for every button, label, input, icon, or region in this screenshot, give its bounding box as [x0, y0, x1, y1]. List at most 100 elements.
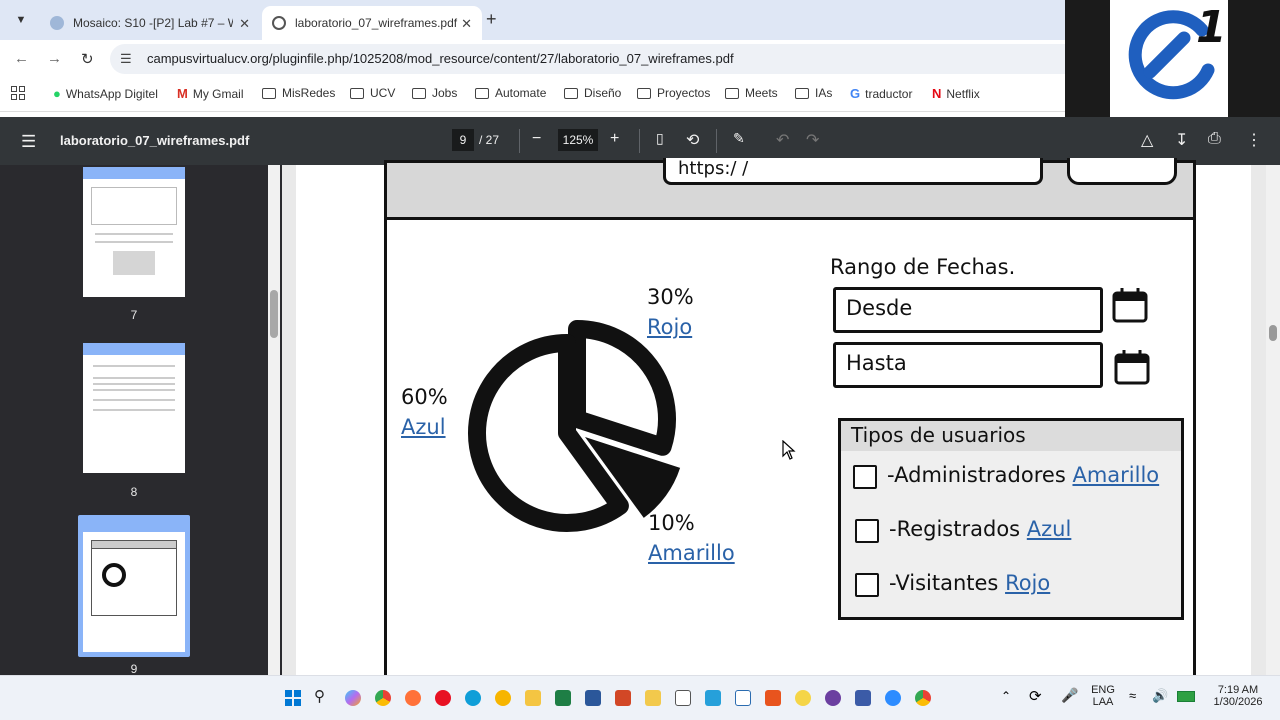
site-info-icon[interactable]: ☰ — [120, 51, 132, 67]
url-text[interactable]: campusvirtualucv.org/pluginfile.php/1025… — [147, 51, 734, 66]
webcam-overlay: 1 — [1065, 0, 1280, 117]
user-types-title: Tipos de usuarios — [841, 421, 1181, 451]
chrome-icon[interactable] — [915, 690, 931, 706]
bookmark-label: IAs — [815, 86, 833, 100]
from-date-input: Desde — [833, 287, 1103, 333]
zoom-out-button[interactable]: − — [532, 130, 541, 148]
chrome-icon[interactable] — [375, 690, 391, 706]
back-arrow-icon[interactable]: ← — [14, 50, 29, 67]
volume-icon[interactable]: 🔊 — [1152, 688, 1168, 704]
firefox-icon[interactable] — [405, 690, 421, 706]
excel-icon[interactable] — [555, 690, 571, 706]
page-thumbnail-9[interactable] — [83, 520, 185, 652]
app-icon[interactable] — [765, 690, 781, 706]
redo-icon[interactable]: ↷ — [806, 130, 819, 150]
user-type-color: Azul — [1026, 517, 1072, 541]
copilot-icon[interactable] — [345, 690, 361, 706]
drive-save-icon[interactable]: △ — [1141, 130, 1153, 150]
word-icon[interactable] — [585, 690, 601, 706]
bookmark-netflix[interactable]: N Netflix — [932, 86, 980, 101]
forward-arrow-icon[interactable]: → — [47, 50, 62, 67]
bookmark-traductor[interactable]: Gtraductor — [850, 86, 912, 101]
app-icon[interactable] — [705, 690, 721, 706]
address-bar[interactable]: ☰ campusvirtualucv.org/pluginfile.php/10… — [110, 44, 1065, 74]
windows-taskbar: ⚲ ⌃ ⟳ 🎤 ENG LAA ≈ 🔊 7:19 AM 1/30/2026 — [0, 675, 1280, 720]
sync-icon[interactable]: ⟳ — [1029, 687, 1042, 705]
tab-mosaico[interactable]: Mosaico: S10 -[P2] Lab #7 – Wi ✕ — [40, 6, 260, 40]
app-icon[interactable] — [825, 690, 841, 706]
fit-page-icon[interactable]: ▯ — [656, 130, 664, 147]
toolbar-divider — [519, 129, 520, 153]
bookmark-diseno[interactable]: Diseño — [564, 86, 621, 100]
notepad-icon[interactable] — [675, 690, 691, 706]
remote-desktop-icon[interactable] — [855, 690, 871, 706]
search-icon[interactable]: ⚲ — [314, 687, 325, 705]
bookmark-gmail[interactable]: M My Gmail — [177, 86, 244, 101]
bookmark-whatsapp[interactable]: ● WhatsApp Digitel — [53, 86, 158, 101]
opera-icon[interactable] — [435, 690, 451, 706]
sidebar-scrollbar[interactable] — [268, 165, 280, 675]
tab-pdf[interactable]: laboratorio_07_wireframes.pdf ✕ — [262, 6, 482, 40]
more-options-icon[interactable]: ⋮ — [1246, 130, 1262, 150]
undo-icon[interactable]: ↶ — [776, 130, 789, 150]
page-number-input[interactable]: 9 — [452, 129, 474, 151]
new-tab-button[interactable]: + — [486, 9, 497, 30]
bookmark-automate[interactable]: Automate — [475, 86, 546, 100]
wireframe-url-field: https:/ / — [663, 158, 1043, 185]
reload-icon[interactable]: ↻ — [81, 50, 94, 68]
logo-card: 1 — [1110, 0, 1228, 117]
zoom-in-button[interactable]: + — [610, 130, 619, 148]
powerpoint-icon[interactable] — [615, 690, 631, 706]
bookmark-ias[interactable]: IAs — [795, 86, 832, 100]
bookmark-proyectos[interactable]: Proyectos — [637, 86, 710, 100]
wifi-icon[interactable]: ≈ — [1129, 688, 1136, 703]
bookmark-jobs[interactable]: Jobs — [412, 86, 457, 100]
close-icon[interactable]: ✕ — [239, 16, 250, 32]
apps-grid-icon[interactable] — [11, 86, 25, 100]
windows-start-icon[interactable] — [285, 690, 301, 706]
bookmark-ucv[interactable]: UCV — [350, 86, 395, 100]
battery-icon[interactable] — [1177, 691, 1195, 702]
page-thumbnail-7[interactable] — [83, 167, 185, 297]
whatsapp-icon: ● — [53, 86, 61, 101]
zoom-icon[interactable] — [885, 690, 901, 706]
rojo-percentage: 30% — [647, 285, 694, 309]
rotate-icon[interactable]: ⟲ — [686, 130, 699, 150]
capture-icon[interactable] — [735, 690, 751, 706]
edge-icon[interactable] — [465, 690, 481, 706]
download-icon[interactable]: ↧ — [1175, 130, 1188, 150]
folder-icon — [262, 87, 276, 99]
close-icon[interactable]: ✕ — [461, 16, 472, 32]
draw-icon[interactable]: ✎ — [733, 130, 745, 147]
bookmark-label: My Gmail — [192, 86, 244, 101]
user-type-label: -Administradores — [887, 463, 1066, 487]
logo-digit: 1 — [1196, 2, 1227, 53]
tray-chevron-icon[interactable]: ⌃ — [1001, 689, 1011, 703]
scrollbar-thumb[interactable] — [270, 290, 278, 338]
wireframe-search-box — [1067, 158, 1177, 185]
file-explorer-icon[interactable] — [525, 690, 541, 706]
app-icon[interactable] — [795, 690, 811, 706]
netflix-icon: N — [932, 86, 942, 101]
user-type-visitantes: -Visitantes Rojo — [889, 571, 1050, 595]
bookmark-label: Proyectos — [657, 86, 711, 100]
checkbox-registrados — [855, 519, 879, 543]
language-indicator[interactable]: ENG LAA — [1088, 684, 1118, 708]
zoom-level-input[interactable]: 125% — [558, 129, 598, 151]
rojo-label: Rojo — [647, 315, 693, 339]
menu-icon[interactable]: ☰ — [21, 132, 36, 152]
page-scrollbar[interactable] — [1266, 165, 1280, 675]
notes-icon[interactable] — [645, 690, 661, 706]
page-thumbnail-8[interactable] — [83, 343, 185, 473]
microphone-icon[interactable]: 🎤 — [1061, 687, 1078, 704]
chrome-canary-icon[interactable] — [495, 690, 511, 706]
tab-search-chevron-icon[interactable]: ▼ — [10, 9, 32, 31]
amarillo-percentage: 10% — [648, 511, 695, 535]
bookmark-misredes[interactable]: MisRedes — [262, 86, 335, 100]
bookmark-meets[interactable]: Meets — [725, 86, 778, 100]
clock-time: 7:19 AM — [1217, 684, 1259, 696]
scrollbar-thumb[interactable] — [1269, 325, 1277, 341]
clock[interactable]: 7:19 AM 1/30/2026 — [1208, 684, 1268, 708]
globe-icon — [272, 16, 286, 30]
print-icon[interactable]: ⎙ — [1208, 130, 1221, 148]
